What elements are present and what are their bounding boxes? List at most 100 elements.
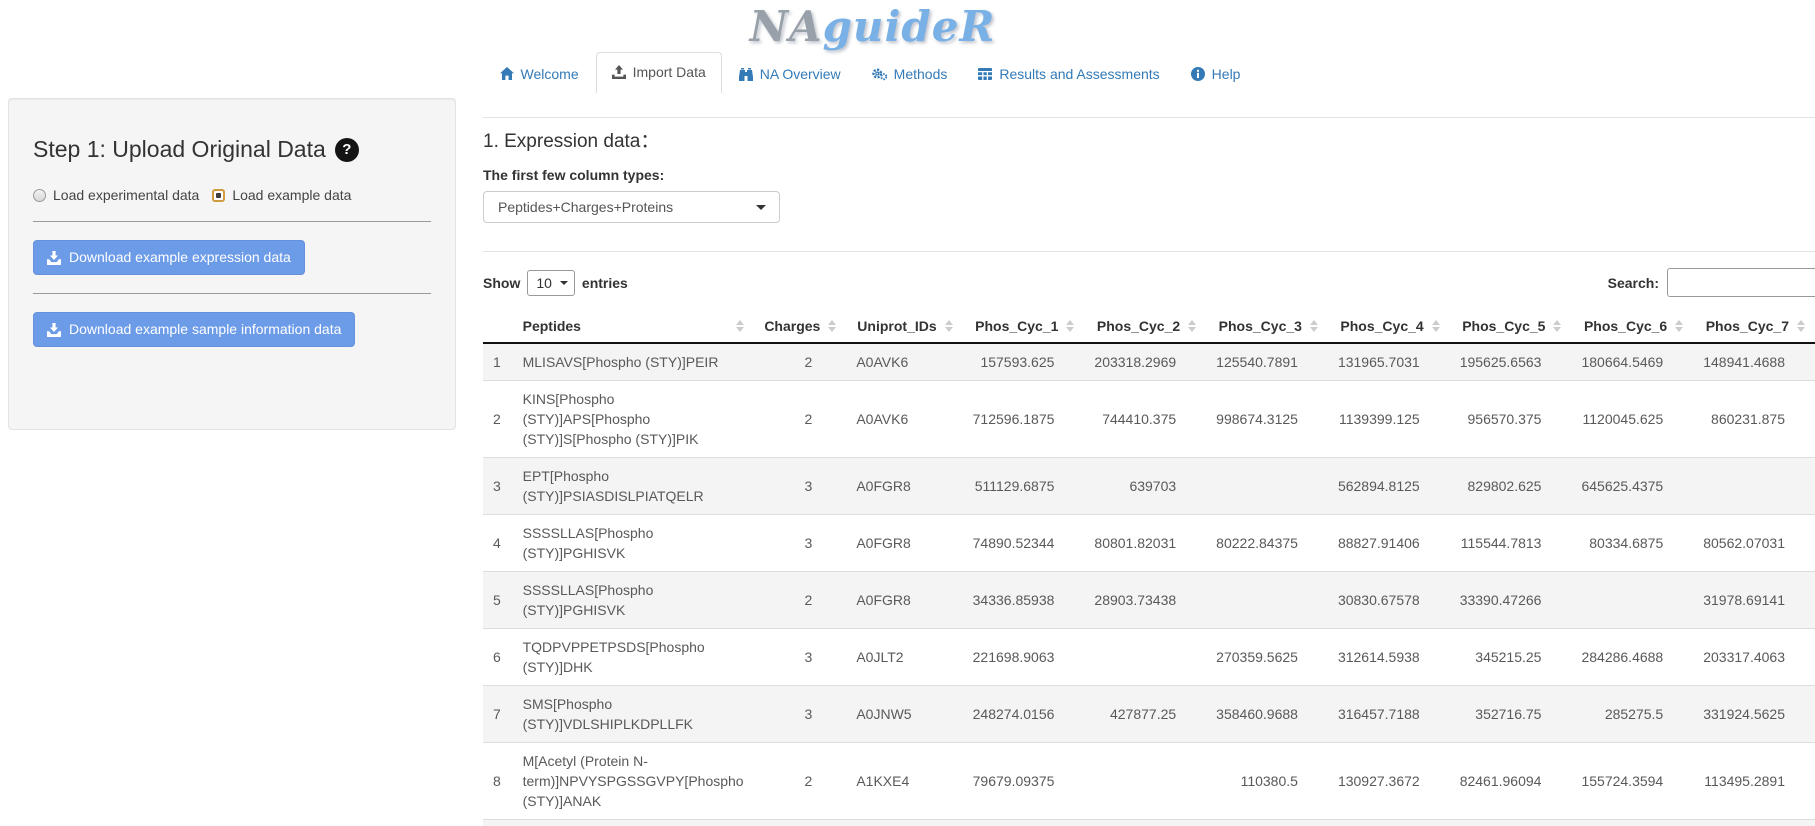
cell-phos-cyc-3 <box>1206 458 1328 515</box>
cell-charges: 2 <box>754 381 846 458</box>
column-header-phos-cyc-1[interactable]: Phos_Cyc_1 <box>963 310 1085 343</box>
cell-phos-cyc-4: 130927.3672 <box>1328 743 1450 820</box>
cell-phos-cyc-7: 113495.2891 <box>1693 743 1815 820</box>
cell-peptides: SSSSLLAS[Phospho (STY)]PGHISVK <box>513 515 754 572</box>
column-label: Phos_Cyc_4 <box>1340 318 1423 334</box>
table-row: 4SSSSLLAS[Phospho (STY)]PGHISVK3A0FGR874… <box>483 515 1815 572</box>
cell-charges: 3 <box>754 458 846 515</box>
search-label: Search: <box>1608 275 1659 291</box>
tab-label: Import Data <box>633 63 706 81</box>
tab-help[interactable]: Help <box>1177 55 1255 93</box>
page-length-value: 10 <box>536 275 552 291</box>
cell-phos-cyc-5: 345215.25 <box>1450 629 1572 686</box>
column-header-phos-cyc-4[interactable]: Phos_Cyc_4 <box>1328 310 1450 343</box>
upload-sidebar-panel: Step 1: Upload Original Data ? Load expe… <box>8 98 456 430</box>
chevron-down-icon <box>560 281 568 285</box>
column-header-phos-cyc-5[interactable]: Phos_Cyc_5 <box>1450 310 1572 343</box>
datatable-controls: Show 10 entries Search: <box>483 268 1815 298</box>
cell-phos-cyc-7: 331924.5625 <box>1693 686 1815 743</box>
sort-icon <box>828 320 836 332</box>
cell-phos-cyc-5: 115544.7813 <box>1450 515 1572 572</box>
cell-phos-cyc-7 <box>1693 458 1815 515</box>
cell-phos-cyc-1: 248274.0156 <box>963 686 1085 743</box>
column-label: Uniprot_IDs <box>857 318 936 334</box>
cell-phos-cyc-7: 860231.875 <box>1693 381 1815 458</box>
page-length-select[interactable]: 10 <box>527 270 575 296</box>
cell-phos-cyc-4: 562894.8125 <box>1328 458 1450 515</box>
download-example-expression-data-button[interactable]: Download example expression data <box>33 240 305 275</box>
radio-load-example-data[interactable]: Load example data <box>212 187 351 203</box>
cell-charges: 3 <box>754 515 846 572</box>
sort-icon <box>1188 320 1196 332</box>
tab-label: Methods <box>894 65 948 83</box>
sort-icon <box>1553 320 1561 332</box>
show-label: Show <box>483 275 520 291</box>
tab-na-overview[interactable]: NA Overview <box>725 55 855 93</box>
sort-icon <box>1310 320 1318 332</box>
table-row: 2KINS[Phospho (STY)]APS[Phospho (STY)]S[… <box>483 381 1815 458</box>
cell-phos-cyc-5: 956570.375 <box>1450 381 1572 458</box>
logo-guider-part: guideR <box>823 2 996 51</box>
cell-uniprot-ids: A0AVK6 <box>846 343 962 381</box>
sort-icon <box>1675 320 1683 332</box>
column-types-selected-value: Peptides+Charges+Proteins <box>498 199 673 215</box>
binoculars-icon <box>739 67 753 81</box>
column-types-select[interactable]: Peptides+Charges+Proteins <box>483 191 780 223</box>
table-row: 3EPT[Phospho (STY)]PSIASDISLPIATQELR3A0F… <box>483 458 1815 515</box>
row-number-cell: 7 <box>483 686 513 743</box>
step1-title-text: Step 1: Upload Original Data <box>33 136 326 163</box>
cell-charges: 2 <box>754 743 846 820</box>
cell-uniprot-ids: A0JNW5 <box>846 686 962 743</box>
tab-import-data[interactable]: Import Data <box>596 52 722 93</box>
radio-button-icon <box>212 189 225 202</box>
column-header-phos-cyc-7[interactable]: Phos_Cyc_7 <box>1693 310 1815 343</box>
button-label: Download example sample information data <box>69 321 341 338</box>
tab-label: Welcome <box>521 65 579 83</box>
cell-uniprot-ids: A1KXE4 <box>846 743 962 820</box>
radio-load-experimental-data[interactable]: Load experimental data <box>33 187 199 203</box>
column-header-charges[interactable]: Charges <box>754 310 846 343</box>
import-data-main-panel: 1. Expression data： The first few column… <box>483 117 1815 826</box>
cell-peptides: SMS[Phospho (STY)]VDLSHIPLKDPLLFK <box>513 686 754 743</box>
cell-phos-cyc-1: 712596.1875 <box>963 381 1085 458</box>
row-number-cell: 6 <box>483 629 513 686</box>
cell-uniprot-ids: A0AVK6 <box>846 381 962 458</box>
tab-label: NA Overview <box>760 65 841 83</box>
column-header-phos-cyc-6[interactable]: Phos_Cyc_6 <box>1571 310 1693 343</box>
question-circle-icon[interactable]: ? <box>335 138 359 162</box>
cell-phos-cyc-4: 88827.91406 <box>1328 515 1450 572</box>
cell-phos-cyc-7: 203317.4063 <box>1693 629 1815 686</box>
column-label: Phos_Cyc_5 <box>1462 318 1545 334</box>
column-header-rownames <box>483 310 513 343</box>
column-header-phos-cyc-3[interactable]: Phos_Cyc_3 <box>1206 310 1328 343</box>
tab-results-and-assessments[interactable]: Results and Assessments <box>964 55 1173 93</box>
column-label: Peptides <box>523 318 581 334</box>
cell-peptides: SSSSLLAS[Phospho (STY)]PGHISVK <box>513 572 754 629</box>
download-icon <box>47 251 61 265</box>
sort-icon <box>945 320 953 332</box>
table-row: 7SMS[Phospho (STY)]VDLSHIPLKDPLLFK3A0JNW… <box>483 686 1815 743</box>
row-number-cell: 4 <box>483 515 513 572</box>
cell-phos-cyc-2: 427877.25 <box>1084 686 1206 743</box>
cell-phos-cyc-3: 80222.84375 <box>1206 515 1328 572</box>
search-input[interactable] <box>1667 268 1815 297</box>
row-number-cell: 3 <box>483 458 513 515</box>
cell-phos-cyc-1: 79679.09375 <box>963 743 1085 820</box>
column-header-phos-cyc-2[interactable]: Phos_Cyc_2 <box>1084 310 1206 343</box>
tab-welcome[interactable]: Welcome <box>486 55 593 93</box>
column-header-uniprot-ids[interactable]: Uniprot_IDs <box>846 310 962 343</box>
download-icon <box>47 323 61 337</box>
button-label: Download example expression data <box>69 249 291 266</box>
cell-phos-cyc-3: 110380.5 <box>1206 743 1328 820</box>
column-label: Phos_Cyc_3 <box>1219 318 1302 334</box>
column-header-peptides[interactable]: Peptides <box>513 310 754 343</box>
cell-phos-cyc-6: 1120045.625 <box>1571 381 1693 458</box>
column-label: Phos_Cyc_1 <box>975 318 1058 334</box>
download-example-sample-information-data-button[interactable]: Download example sample information data <box>33 312 355 347</box>
tab-methods[interactable]: Methods <box>858 55 962 93</box>
cell-charges: 2 <box>754 572 846 629</box>
tab-label: Help <box>1212 65 1241 83</box>
cell-phos-cyc-2: 80801.82031 <box>1084 515 1206 572</box>
cell-phos-cyc-2: 203318.2969 <box>1084 343 1206 381</box>
cell-phos-cyc-4: 1139399.125 <box>1328 381 1450 458</box>
